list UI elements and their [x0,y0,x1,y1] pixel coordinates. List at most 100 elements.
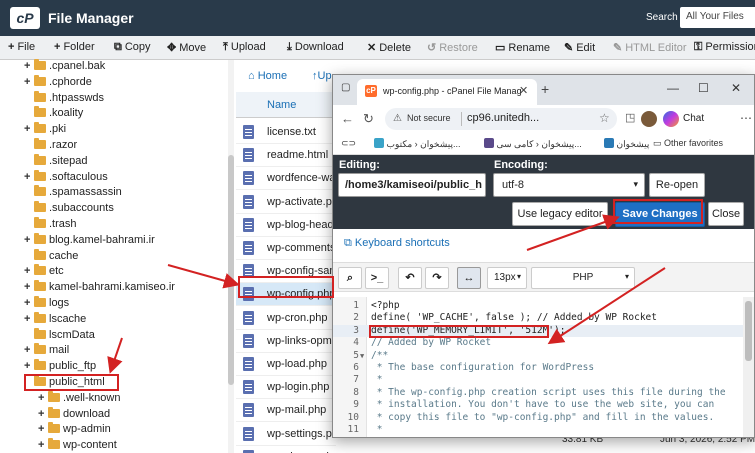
code-line[interactable]: 6 * The base configuration for WordPress [333,362,743,374]
tree-item[interactable]: + download [38,406,110,424]
back-icon[interactable]: ← [341,111,354,126]
reload-icon[interactable]: ↻ [363,111,374,127]
code-line[interactable]: 7 * [333,374,743,386]
close-editor-button[interactable]: Close [708,202,744,226]
expand-plus-icon[interactable]: + [24,123,34,135]
code-line[interactable]: 8 * The wp-config.php creation script us… [333,387,743,399]
tree-item[interactable]: + blog.kamel-bahrami.ir [24,232,155,250]
tree-item[interactable]: + .well-known [38,390,120,408]
file-row[interactable]: wp-links-opml. [236,330,337,353]
html-editor-button[interactable]: ✎ HTML Editor [613,41,687,54]
encoding-select[interactable]: utf-8 ▾ [493,173,645,197]
file-path-field[interactable]: /home3/kamiseoi/public_h [338,173,486,197]
code-line[interactable]: 5 ▼ /** [333,350,743,362]
cpanel-logo[interactable]: cP [10,7,40,29]
code-line[interactable]: 3 define('WP_MEMORY_LIMIT', '512M'); [333,324,743,338]
tree-item[interactable]: .razor [24,138,77,155]
undo-icon[interactable]: ↶ [398,267,422,289]
star-icon[interactable]: ☆ [599,111,610,125]
tab-close-icon[interactable]: ✕ [519,84,528,97]
tree-scrollbar-thumb[interactable] [228,155,234,385]
expand-plus-icon[interactable]: + [24,360,34,372]
syntax-mode-select[interactable]: PHP ▾ [531,267,635,289]
file-row[interactable]: wp-blog-header [236,214,343,237]
code-scrollbar-thumb[interactable] [745,301,752,361]
file-row[interactable]: wp-settings.ph [236,423,338,446]
copy-button[interactable]: ⧉ Copy [114,41,151,54]
expand-plus-icon[interactable]: + [38,439,48,451]
tree-item[interactable]: + lscache [24,311,86,329]
expand-plus-icon[interactable]: + [24,76,34,88]
file-row[interactable]: readme.html [236,144,336,168]
file-row[interactable]: wp-comments- [236,237,339,260]
browser-tab[interactable]: cP wp-config.php - cPanel File Manag ✕ [357,79,537,105]
tree-item[interactable]: + kamel-bahrami.kamiseo.ir [24,280,175,297]
profile-avatar[interactable] [641,111,657,127]
bookmarks-chip-icon[interactable]: ⊂⊃ [341,138,356,149]
expand-plus-icon[interactable]: + [38,408,48,420]
file-row[interactable]: wp-cron.php [236,307,336,330]
tree-item[interactable]: .htpasswds [24,90,104,108]
tree-item[interactable]: lscmData [24,327,95,345]
expand-plus-icon[interactable]: + [38,392,48,404]
file-row[interactable]: wordfence-waf [236,167,339,191]
name-column-header[interactable]: Name [236,92,336,118]
keyboard-shortcuts-link[interactable]: ⧉ Keyboard shortcuts [344,237,450,250]
collections-icon[interactable]: ◳ [625,111,635,124]
move-button[interactable]: ✥ Move [167,41,206,54]
file-row[interactable]: wp-activate.php [236,191,344,214]
restore-button[interactable]: ↺ Restore [427,41,478,54]
home-link[interactable]: ⌂ Home [248,70,287,82]
tree-item[interactable]: + .pki [24,122,66,139]
more-menu-icon[interactable]: ⋯ [740,111,752,125]
expand-plus-icon[interactable]: + [24,313,34,325]
other-favorites[interactable]: ▭ Other favorites [653,138,723,149]
font-size-select[interactable]: 13px ▾ [487,267,527,289]
address-bar[interactable]: ⚠ Not secure cp96.unitedh... ☆ [385,108,617,130]
tree-item[interactable]: + etc [24,264,64,281]
expand-plus-icon[interactable]: + [24,265,34,277]
search-scope-select[interactable]: All Your Files [680,7,755,28]
tree-item[interactable]: .spamassassin [24,185,122,202]
code-line[interactable]: 4 // Added by WP Rocket [333,337,743,349]
expand-plus-icon[interactable]: + [38,423,48,435]
legacy-editor-button[interactable]: Use legacy editor [512,202,608,226]
tree-item[interactable]: .trash [24,217,77,234]
code-editor[interactable]: 1 <?php 2 define( 'WP_CACHE', false ); // A… [333,297,743,437]
bookmark-1[interactable]: پیشخوان ‹ مکتوب... [371,138,460,150]
maximize-icon[interactable]: ☐ [698,81,709,95]
expand-plus-icon[interactable]: + [24,297,34,309]
tree-item[interactable]: + .cpanel.bak [24,59,105,76]
upload-button[interactable]: ⤒ Upload [223,41,266,54]
not-secure-label[interactable]: Not secure [407,113,451,123]
redo-icon[interactable]: ↷ [425,267,449,289]
new-tab-icon[interactable]: + [541,81,549,97]
tree-item[interactable]: + mail [24,343,69,360]
fold-arrow-icon[interactable]: ▼ [360,352,364,360]
expand-plus-icon[interactable]: + [24,281,34,293]
code-line[interactable]: 11 * [333,424,743,436]
wrap-toggle-icon[interactable]: ↔ [457,267,481,289]
tree-item[interactable]: .koality [24,106,83,123]
download-button[interactable]: ⤓ Download [287,41,344,54]
tree-item[interactable]: .sitepad [24,153,88,171]
tree-item[interactable]: cache [24,248,78,266]
expand-plus-icon[interactable]: + [24,344,34,356]
tree-item[interactable]: + .softaculous [24,169,108,187]
edit-button[interactable]: ✎ Edit [564,41,595,54]
reopen-button[interactable]: Re-open [649,173,705,197]
bookmark-2[interactable]: پیشخوان ‹ کامی سی... [481,138,582,150]
tree-item[interactable]: + wp-content [38,438,117,453]
search-icon[interactable]: ⌕ [338,267,362,289]
copilot-icon[interactable] [663,111,679,127]
code-line[interactable]: 2 define( 'WP_CACHE', false ); // Added b… [333,312,743,324]
file-row[interactable]: wp-mail.php [236,399,336,423]
minimize-icon[interactable]: — [667,81,679,95]
tree-item[interactable]: + wp-admin [38,422,111,439]
chat-button[interactable]: Chat [683,113,704,124]
goto-line-icon[interactable]: >_ [365,267,389,289]
tree-item[interactable]: .subaccounts [24,201,114,218]
tree-item[interactable]: + .cphorde [24,74,92,92]
expand-plus-icon[interactable]: + [24,171,34,183]
file-row[interactable]: wp-login.php [236,376,336,400]
